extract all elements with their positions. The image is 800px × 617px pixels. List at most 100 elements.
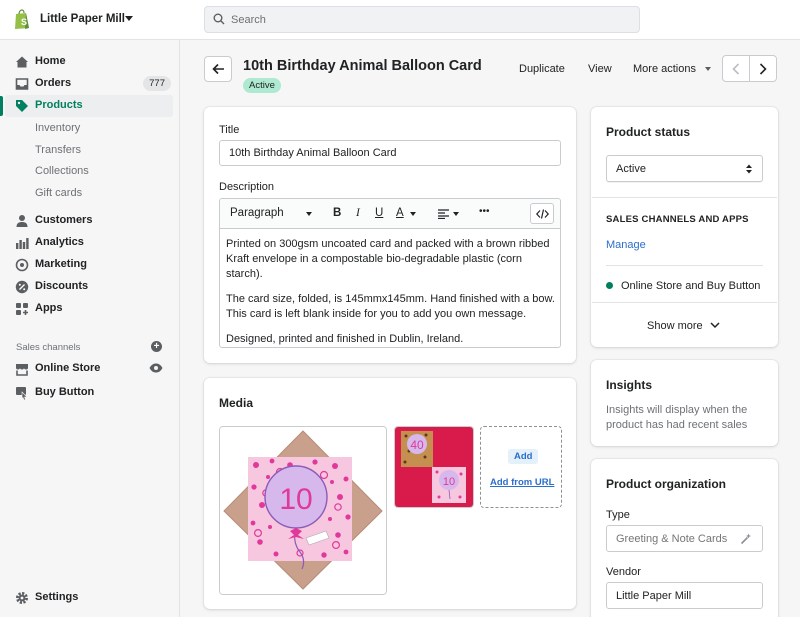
magic-wand-icon[interactable] — [740, 533, 752, 545]
vendor-label: Vendor — [606, 566, 641, 578]
sidebar-subitem-transfers[interactable]: Transfers — [35, 144, 81, 156]
chevron-down-icon[interactable] — [705, 67, 711, 71]
person-icon — [16, 215, 28, 227]
sidebar-item-settings[interactable]: Settings — [5, 587, 173, 609]
channel-name: Online Store and Buy Button — [621, 280, 761, 292]
divider — [592, 302, 777, 303]
sidebar-item-label: Analytics — [35, 236, 84, 248]
product-status-card — [591, 107, 778, 347]
chevron-down-icon[interactable] — [710, 322, 720, 329]
previous-product-button[interactable] — [722, 55, 750, 82]
description-label: Description — [219, 181, 275, 193]
show-more-button[interactable]: Show more — [647, 320, 703, 332]
media-upload-dropzone[interactable]: Add Add from URL — [480, 426, 562, 508]
description-paragraph: Printed on 300gsm uncoated card and pack… — [226, 238, 550, 280]
insights-title: Insights — [606, 378, 653, 392]
title-label: Title — [219, 124, 240, 136]
sidebar-item-label: Apps — [35, 302, 63, 314]
card-set-thumbnail-image: 40 10 — [395, 427, 473, 507]
arrow-left-icon — [212, 63, 224, 75]
chevron-down-icon[interactable] — [306, 212, 312, 216]
sidebar-item-apps[interactable]: Apps — [5, 298, 173, 320]
italic-button[interactable]: I — [356, 207, 360, 219]
add-media-button[interactable]: Add — [508, 449, 539, 464]
editor-toolbar: Paragraph B I U A ••• — [220, 199, 560, 229]
orders-count-badge: 777 — [143, 76, 171, 91]
description-editor: Paragraph B I U A ••• Printed on 300gsm … — [219, 198, 561, 348]
code-icon — [536, 209, 549, 219]
type-label: Type — [606, 509, 630, 521]
home-icon — [16, 56, 28, 68]
align-left-icon[interactable] — [438, 209, 450, 219]
channel-active-dot — [606, 282, 613, 289]
sales-channels-heading: Sales channels — [16, 342, 81, 353]
bold-button[interactable]: B — [333, 207, 341, 219]
search-input[interactable] — [231, 11, 621, 29]
sidebar-item-marketing[interactable]: Marketing — [5, 254, 173, 276]
product-status-title: Product status — [606, 125, 691, 139]
show-html-button[interactable] — [530, 203, 554, 224]
sales-channels-title: SALES CHANNELS AND APPS — [606, 214, 749, 225]
sidebar-item-home[interactable]: Home — [5, 51, 173, 73]
more-actions-button[interactable]: More actions — [633, 63, 696, 75]
sidebar-item-analytics[interactable]: Analytics — [5, 232, 173, 254]
sidebar-item-products[interactable]: Products — [0, 95, 173, 117]
format-select[interactable]: Paragraph — [230, 207, 284, 219]
top-bar: S Little Paper Mill — [0, 0, 800, 40]
eye-icon[interactable] — [149, 363, 163, 373]
thumbnail-number: 10 — [443, 476, 455, 488]
chevron-down-icon[interactable] — [453, 212, 459, 216]
sidebar-item-discounts[interactable]: Discounts — [5, 276, 173, 298]
sidebar-subitem-inventory[interactable]: Inventory — [35, 122, 80, 134]
store-menu-caret-icon[interactable] — [125, 16, 133, 21]
sidebar-subitem-collections[interactable]: Collections — [35, 165, 89, 177]
underline-button[interactable]: U — [375, 207, 383, 219]
product-organization-title: Product organization — [606, 477, 726, 491]
search-bar[interactable] — [204, 6, 640, 33]
svg-text:S: S — [21, 17, 27, 27]
back-button[interactable] — [204, 56, 232, 82]
sidebar-item-label: Discounts — [35, 280, 89, 292]
text-color-button[interactable]: A — [396, 207, 404, 219]
shopify-bag-icon[interactable]: S — [13, 9, 31, 30]
buy-button-icon — [16, 387, 28, 400]
thumbnail-number: 40 — [410, 438, 424, 452]
apps-grid-icon — [16, 303, 28, 315]
sidebar-item-orders[interactable]: Orders 777 — [5, 73, 173, 95]
birthday-card-image: 10 — [220, 427, 386, 594]
status-select[interactable]: Active — [606, 155, 763, 182]
orders-inbox-icon — [15, 78, 29, 90]
media-main-image[interactable]: 10 — [219, 426, 387, 595]
view-button[interactable]: View — [588, 63, 612, 75]
media-title: Media — [219, 396, 254, 410]
sidebar-item-label: Products — [35, 99, 83, 111]
title-input[interactable] — [219, 140, 561, 166]
sidebar-item-buy-button[interactable]: Buy Button — [5, 382, 173, 404]
balloon-number: 10 — [279, 483, 312, 516]
duplicate-button[interactable]: Duplicate — [519, 63, 565, 75]
chevron-left-icon — [732, 63, 740, 75]
sidebar: Home Orders 777 Products Inventory Trans… — [0, 40, 180, 617]
manage-channels-link[interactable]: Manage — [606, 239, 646, 251]
add-from-url-link[interactable]: Add from URL — [490, 477, 554, 488]
description-content[interactable]: Printed on 300gsm uncoated card and pack… — [226, 237, 556, 347]
chevron-right-icon — [759, 63, 767, 75]
sidebar-item-label: Home — [35, 55, 66, 67]
description-paragraph: The card size, folded, is 145mmx145mm. H… — [226, 293, 555, 320]
media-thumbnail[interactable]: 40 10 — [394, 426, 474, 508]
sidebar-item-label: Marketing — [35, 258, 87, 270]
sidebar-subitem-gift-cards[interactable]: Gift cards — [35, 187, 82, 199]
divider — [592, 197, 777, 198]
vendor-input[interactable] — [606, 582, 763, 609]
sidebar-item-label: Buy Button — [35, 386, 95, 398]
next-product-button[interactable] — [749, 55, 777, 82]
more-options-button[interactable]: ••• — [479, 206, 490, 217]
chevron-down-icon[interactable] — [410, 212, 416, 216]
add-channel-plus-icon[interactable]: + — [151, 341, 162, 352]
store-icon — [16, 364, 28, 376]
store-name[interactable]: Little Paper Mill — [40, 13, 125, 25]
status-badge: Active — [243, 78, 281, 93]
sidebar-item-online-store[interactable]: Online Store — [5, 358, 173, 380]
sidebar-item-customers[interactable]: Customers — [5, 210, 173, 232]
divider — [606, 265, 763, 266]
